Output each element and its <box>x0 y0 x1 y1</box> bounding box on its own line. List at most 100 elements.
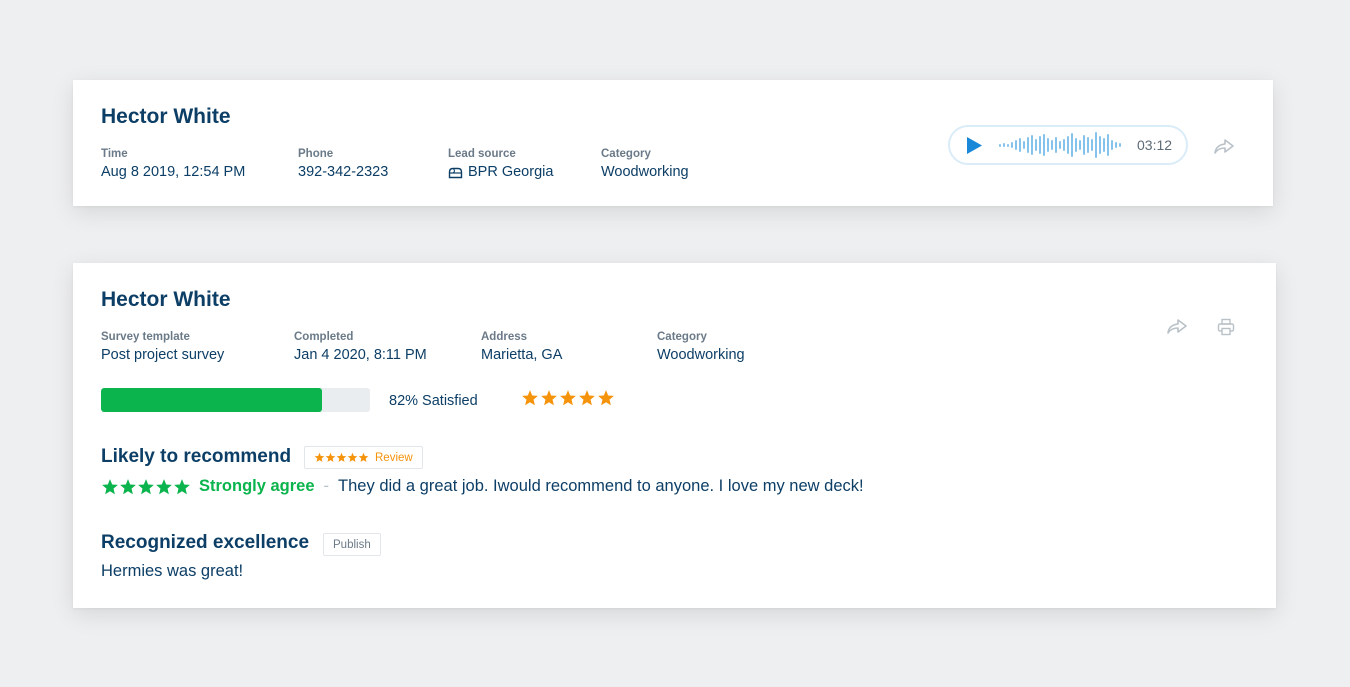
waveform-bar <box>1019 138 1021 152</box>
phone-link[interactable]: 392-342-2323 <box>298 164 388 180</box>
field-survey-template: Survey template Post project survey <box>101 331 224 363</box>
waveform-bar <box>1051 140 1053 150</box>
audio-player: 03:12 <box>948 125 1188 165</box>
field-address: Address Marietta, GA <box>481 331 562 363</box>
waveform-bar <box>1043 134 1045 156</box>
field-category: Category Woodworking <box>601 148 689 180</box>
star-icon <box>102 478 118 494</box>
star-icon <box>560 390 576 406</box>
waveform-bar <box>1063 139 1065 151</box>
field-label: Lead source <box>448 148 516 160</box>
review-tag-stars <box>314 452 369 463</box>
waveform-bar <box>1083 135 1085 155</box>
star-icon <box>325 452 336 462</box>
mailbox-icon <box>448 167 463 178</box>
field-completed: Completed Jan 4 2020, 8:11 PM <box>294 331 427 363</box>
star-icon <box>120 478 136 494</box>
star-icon <box>541 390 557 406</box>
recommend-star-rating <box>101 478 191 496</box>
field-value: Marietta, GA <box>481 347 563 363</box>
star-icon <box>138 478 154 494</box>
share-icon[interactable] <box>1165 315 1189 337</box>
field-value: Jan 4 2020, 8:11 PM <box>294 347 427 363</box>
star-icon <box>358 452 369 462</box>
recommend-comment: They did a great job. Iwould recommend t… <box>338 477 864 495</box>
field-label: Phone <box>298 148 334 160</box>
contact-name: Hector White <box>101 105 231 128</box>
satisfaction-progress-bar <box>101 388 370 412</box>
waveform-bar <box>1107 134 1109 156</box>
field-label: Category <box>601 148 651 160</box>
waveform-bar <box>1119 143 1121 147</box>
field-phone: Phone 392-342-2323 <box>298 148 388 180</box>
satisfaction-label: 82% Satisfied <box>389 393 478 409</box>
star-icon <box>598 390 614 406</box>
waveform-bar <box>1003 143 1005 147</box>
contact-name: Hector White <box>101 288 231 311</box>
waveform-bar <box>1015 140 1017 150</box>
field-value: BPR Georgia <box>448 164 553 180</box>
share-icon[interactable] <box>1212 135 1236 157</box>
waveform-bar <box>1071 133 1073 157</box>
field-label: Time <box>101 148 128 160</box>
satisfaction-progress-fill <box>101 388 322 412</box>
waveform-bar <box>1103 138 1105 152</box>
section-title-excellence: Recognized excellence <box>101 532 310 553</box>
waveform-bar <box>1075 138 1077 152</box>
waveform-bar <box>1111 140 1113 150</box>
field-label: Completed <box>294 331 354 343</box>
waveform-bar <box>1079 140 1081 150</box>
waveform-bar <box>1031 135 1033 155</box>
field-label: Survey template <box>101 331 190 343</box>
publish-button[interactable]: Publish <box>323 533 381 556</box>
field-value: Aug 8 2019, 12:54 PM <box>101 164 246 180</box>
waveform-bar <box>1059 141 1061 149</box>
field-value: Woodworking <box>601 164 689 180</box>
print-icon[interactable] <box>1215 316 1237 338</box>
star-icon <box>347 452 358 462</box>
play-icon[interactable] <box>966 136 983 155</box>
audio-waveform[interactable] <box>999 130 1121 160</box>
review-tag-button[interactable]: Review <box>304 446 423 469</box>
field-category: Category Woodworking <box>657 331 745 363</box>
recommend-rating-label: Strongly agree <box>199 477 315 495</box>
satisfaction-star-rating <box>521 389 615 407</box>
excellence-text: Hermies was great! <box>101 562 244 580</box>
waveform-bar <box>1035 139 1037 151</box>
field-lead-source: Lead source BPR Georgia <box>448 148 553 180</box>
waveform-bar <box>1067 136 1069 154</box>
field-value: Post project survey <box>101 347 225 363</box>
star-icon <box>314 452 325 462</box>
star-icon <box>174 478 190 494</box>
waveform-bar <box>1023 141 1025 149</box>
waveform-bar <box>1055 137 1057 153</box>
section-title-recommend: Likely to recommend <box>101 446 292 467</box>
survey-card: Hector White Survey template Post projec… <box>73 263 1276 608</box>
star-icon <box>156 478 172 494</box>
waveform-bar <box>1039 136 1041 154</box>
field-time: Time Aug 8 2019, 12:54 PM <box>101 148 245 180</box>
field-value: Woodworking <box>657 347 745 363</box>
recommend-answer: Strongly agree - They did a great job. I… <box>101 477 864 496</box>
field-label: Address <box>481 331 528 343</box>
waveform-bar <box>1007 143 1009 147</box>
waveform-bar <box>1091 139 1093 151</box>
publish-label: Publish <box>333 538 371 551</box>
waveform-bar <box>1095 132 1097 158</box>
waveform-bar <box>1087 137 1089 153</box>
review-tag-label: Review <box>375 451 413 464</box>
star-icon <box>579 390 595 406</box>
waveform-bar <box>1099 136 1101 154</box>
separator: - <box>323 477 330 495</box>
star-icon <box>522 390 538 406</box>
call-card: Hector White Time Aug 8 2019, 12:54 PM P… <box>73 80 1273 206</box>
waveform-bar <box>1011 142 1013 148</box>
field-label: Category <box>657 331 707 343</box>
waveform-bar <box>999 143 1001 147</box>
waveform-bar <box>1027 137 1029 153</box>
lead-source-value: BPR Georgia <box>468 164 554 180</box>
audio-duration: 03:12 <box>1137 137 1173 153</box>
star-icon <box>336 452 347 462</box>
waveform-bar <box>1047 138 1049 152</box>
waveform-bar <box>1115 142 1117 148</box>
